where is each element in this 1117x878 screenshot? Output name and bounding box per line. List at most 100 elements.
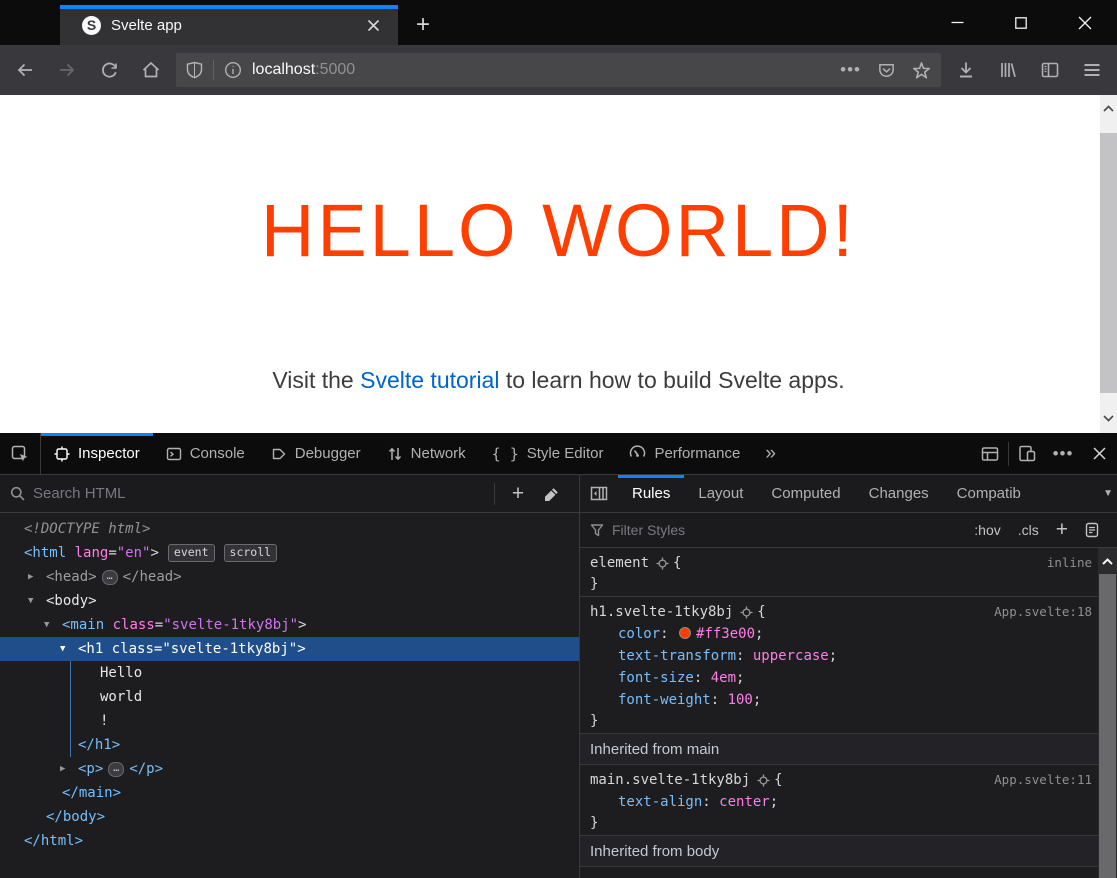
css-declaration[interactable]: text-transform: uppercase; <box>580 645 1098 667</box>
markup-node[interactable]: <html lang="en">eventscroll <box>0 541 579 565</box>
markup-node[interactable]: </body> <box>0 805 579 829</box>
tab-debugger[interactable]: Debugger <box>258 433 374 475</box>
responsive-design-icon[interactable] <box>1009 433 1045 475</box>
highlight-matches-target-icon[interactable] <box>757 774 770 787</box>
tab-style-editor[interactable]: { } Style Editor <box>479 433 617 475</box>
url-text[interactable]: localhost:5000 <box>252 61 355 79</box>
back-icon[interactable] <box>10 55 40 85</box>
expand-twisty-icon[interactable]: ▼ <box>44 620 62 630</box>
stylesheet-source-link[interactable]: App.svelte:11 <box>994 769 1092 791</box>
color-swatch[interactable] <box>679 627 691 639</box>
markup-node[interactable]: ▶<p>…</p> <box>0 757 579 781</box>
markup-node[interactable]: </main> <box>0 781 579 805</box>
bookmark-star-icon[interactable] <box>912 61 931 80</box>
expand-twisty-icon[interactable]: ▼ <box>28 596 46 606</box>
sidebar-tabs-overflow-icon[interactable]: ▼ <box>1103 488 1113 499</box>
print-media-icon[interactable] <box>1085 522 1099 538</box>
css-declaration[interactable]: font-size: 4em; <box>580 667 1098 689</box>
tab-console[interactable]: Console <box>153 433 258 475</box>
search-html-input[interactable] <box>33 485 488 502</box>
devtools-menu-icon[interactable]: ••• <box>1045 433 1081 475</box>
css-declaration[interactable]: text-align: center; <box>580 791 1098 813</box>
devtools-close-icon[interactable] <box>1081 433 1117 475</box>
stylesheet-source-link[interactable]: App.svelte:18 <box>994 601 1092 623</box>
more-tabs-icon[interactable]: » <box>753 443 788 465</box>
rule-selector-line[interactable]: element{inline <box>580 552 1098 574</box>
rule-selector[interactable]: h1.svelte-1tky8bj <box>590 601 733 623</box>
class-toggle[interactable]: .cls <box>1018 522 1039 538</box>
menu-hamburger-icon[interactable] <box>1077 55 1107 85</box>
scroll-badge[interactable]: scroll <box>224 544 278 562</box>
markup-node[interactable]: </html> <box>0 829 579 853</box>
tracking-shield-icon[interactable] <box>186 61 203 79</box>
new-tab-button[interactable]: + <box>408 10 438 40</box>
tab-computed[interactable]: Computed <box>757 475 854 513</box>
home-icon[interactable] <box>136 55 166 85</box>
split-console-icon[interactable] <box>972 433 1008 475</box>
tab-compatibility[interactable]: Compatib <box>943 475 1023 513</box>
markup-node[interactable]: <!DOCTYPE html> <box>0 517 579 541</box>
expand-twisty-icon[interactable]: ▼ <box>60 644 78 654</box>
scroll-down-icon[interactable] <box>1100 405 1117 431</box>
tab-close-icon[interactable] <box>360 12 386 38</box>
rules-scrollbar[interactable] <box>1098 548 1117 878</box>
sidebar-toggle-icon[interactable] <box>1035 55 1065 85</box>
url-bar[interactable]: localhost:5000 ••• <box>176 53 941 87</box>
rule-selector-line[interactable]: main.svelte-1tky8bj{App.svelte:11 <box>580 769 1098 791</box>
tab-performance[interactable]: Performance <box>616 433 753 475</box>
close-window-button[interactable] <box>1053 0 1117 45</box>
rules-scrollbar-thumb[interactable] <box>1099 574 1116 878</box>
maximize-button[interactable] <box>989 0 1053 45</box>
rule-selector[interactable]: element <box>590 552 649 574</box>
page-scrollbar[interactable] <box>1100 95 1117 433</box>
page-scrollbar-thumb[interactable] <box>1100 133 1117 393</box>
markup-tree: <!DOCTYPE html><html lang="en">eventscro… <box>0 513 579 878</box>
markup-node[interactable]: ▼<body> <box>0 589 579 613</box>
markup-node[interactable]: Hello <box>0 661 579 685</box>
rule-selector[interactable]: main.svelte-1tky8bj <box>590 769 750 791</box>
element-picker-icon[interactable] <box>0 433 40 475</box>
minimize-button[interactable] <box>925 0 989 45</box>
page-actions-icon[interactable]: ••• <box>840 65 861 75</box>
site-info-icon[interactable] <box>224 61 242 79</box>
pocket-icon[interactable] <box>877 61 896 80</box>
collapsed-ellipsis-badge[interactable]: … <box>102 570 118 585</box>
css-declaration[interactable]: font-weight: 100; <box>580 689 1098 711</box>
pseudo-class-toggle[interactable]: :hov <box>974 522 1000 538</box>
tab-inspector[interactable]: Inspector <box>41 433 153 475</box>
add-rule-button[interactable]: + <box>1056 518 1068 542</box>
eyedropper-icon[interactable] <box>535 477 569 511</box>
css-declaration[interactable]: color: #ff3e00; <box>580 623 1098 645</box>
event-badge[interactable]: event <box>168 544 215 562</box>
markup-node[interactable]: </h1> <box>0 733 579 757</box>
browser-tab[interactable]: S Svelte app <box>60 5 398 45</box>
expand-twisty-icon[interactable]: ▶ <box>60 764 78 774</box>
page-heading: HELLO WORLD! <box>0 191 1117 271</box>
filter-styles-input[interactable] <box>612 522 782 538</box>
markup-node[interactable]: world <box>0 685 579 709</box>
rules-scroll-up-icon[interactable] <box>1098 548 1117 574</box>
svelte-tutorial-link[interactable]: Svelte tutorial <box>360 367 499 393</box>
highlight-matches-target-icon[interactable] <box>656 557 669 570</box>
scroll-up-icon[interactable] <box>1100 95 1117 121</box>
collapsed-ellipsis-badge[interactable]: … <box>108 762 124 777</box>
downloads-icon[interactable] <box>951 55 981 85</box>
tab-rules[interactable]: Rules <box>618 475 684 513</box>
expand-twisty-icon[interactable]: ▶ <box>28 572 46 582</box>
rule-selector-line[interactable]: h1.svelte-1tky8bj{App.svelte:18 <box>580 601 1098 623</box>
markup-token: class <box>113 617 155 633</box>
highlight-matches-target-icon[interactable] <box>740 606 753 619</box>
stylesheet-source-link[interactable]: inline <box>1047 552 1092 574</box>
markup-node[interactable]: ▶<head>…</head> <box>0 565 579 589</box>
markup-node[interactable]: ▼<h1 class="svelte-1tky8bj"> <box>0 637 579 661</box>
markup-node[interactable]: ! <box>0 709 579 733</box>
collapse-sidebar-icon[interactable] <box>580 475 618 513</box>
tab-layout[interactable]: Layout <box>684 475 757 513</box>
library-icon[interactable] <box>993 55 1023 85</box>
add-node-button[interactable]: + <box>501 477 535 511</box>
markup-node[interactable]: ▼<main class="svelte-1tky8bj"> <box>0 613 579 637</box>
reload-icon[interactable] <box>94 55 124 85</box>
forward-icon[interactable] <box>52 55 82 85</box>
tab-network[interactable]: Network <box>374 433 479 475</box>
tab-changes[interactable]: Changes <box>855 475 943 513</box>
